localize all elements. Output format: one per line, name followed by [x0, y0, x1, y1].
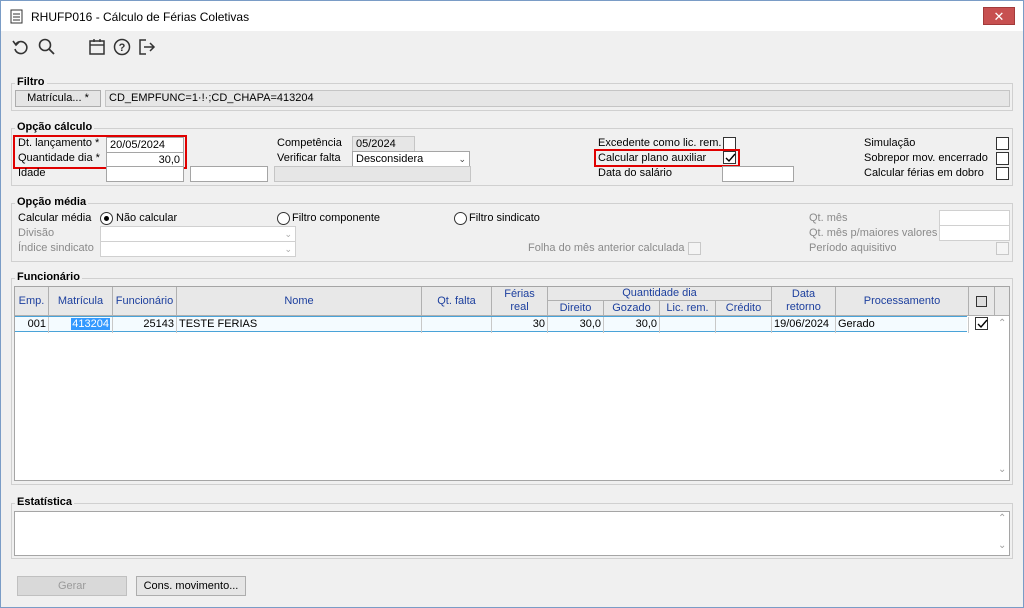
radio-nao-calcular-label: Não calcular: [116, 212, 178, 224]
data-salario-label: Data do salário: [598, 167, 672, 179]
opcao-media-legend: Opção média: [15, 196, 89, 208]
qt-mes-maiores-field[interactable]: [939, 225, 1010, 241]
calcular-media-label: Calcular média: [18, 212, 92, 224]
estatistica-legend: Estatística: [15, 496, 75, 508]
opcao-calculo-legend: Opção cálculo: [15, 121, 95, 133]
exit-icon[interactable]: [137, 37, 157, 57]
radio-filtro-componente-label: Filtro componente: [292, 212, 381, 224]
filter-field: CD_EMPFUNC=1·!·;CD_CHAPA=413204: [105, 90, 1010, 107]
cell-matricula-value: 413204: [71, 318, 110, 330]
main-window: RHUFP016 - Cálculo de Férias Coletivas ✕…: [0, 0, 1024, 608]
idade-label: Idade: [18, 167, 46, 179]
verificar-falta-select[interactable]: Desconsidera ⌄: [352, 151, 470, 167]
verificar-falta-label: Verificar falta: [277, 152, 341, 164]
svg-text:?: ?: [119, 42, 126, 54]
filtro-legend: Filtro: [15, 76, 47, 88]
cell-qt-falta: [422, 317, 492, 333]
col-header-direito[interactable]: Direito: [548, 301, 604, 316]
col-header-qt-falta[interactable]: Qt. falta: [422, 287, 492, 316]
cell-emp: 001: [15, 317, 49, 333]
chevron-down-icon: ⌄: [284, 244, 292, 254]
indice-sindicato-label: Índice sindicato: [18, 242, 94, 254]
cell-processamento: Gerado: [836, 317, 969, 333]
chevron-down-icon: ⌄: [458, 154, 466, 164]
cell-data-retorno: 19/06/2024: [772, 317, 836, 333]
chevron-down-icon: ⌄: [284, 229, 292, 239]
check-icon: [977, 319, 988, 329]
idade-field-to[interactable]: [190, 166, 268, 182]
calcular-dobro-checkbox[interactable]: [996, 167, 1009, 180]
simulacao-checkbox[interactable]: [996, 137, 1009, 150]
row-checkbox[interactable]: [975, 317, 988, 330]
excedente-label: Excedente como lic. rem.: [598, 137, 722, 149]
col-header-quantidade-dia[interactable]: Quantidade dia: [548, 287, 772, 301]
competencia-label: Competência: [277, 137, 342, 149]
cell-direito: 30,0: [548, 317, 604, 333]
funcionario-grid: Emp. Matrícula Funcionário Nome Qt. falt…: [14, 286, 1010, 481]
calendar-icon[interactable]: [87, 37, 107, 57]
search-icon[interactable]: [37, 37, 57, 57]
col-header-lic-rem[interactable]: Lic. rem.: [660, 301, 716, 316]
help-icon[interactable]: ?: [112, 37, 132, 57]
divisao-label: Divisão: [18, 227, 55, 239]
col-header-credito[interactable]: Crédito: [716, 301, 772, 316]
scroll-up-icon[interactable]: ⌃: [998, 318, 1006, 329]
col-header-data-retorno[interactable]: Data retorno: [772, 287, 836, 316]
undo-icon[interactable]: [11, 37, 31, 57]
radio-filtro-sindicato-label: Filtro sindicato: [469, 212, 540, 224]
cell-matricula[interactable]: 413204: [49, 317, 113, 333]
cell-funcionario: 25143: [113, 317, 177, 333]
radio-filtro-sindicato[interactable]: [454, 212, 467, 225]
scroll-down-icon[interactable]: ⌄: [998, 540, 1006, 551]
close-button[interactable]: ✕: [983, 7, 1015, 25]
calcular-dobro-label: Calcular férias em dobro: [864, 167, 984, 179]
highlight-box-plano: [594, 149, 740, 167]
simulacao-label: Simulação: [864, 137, 916, 149]
radio-nao-calcular[interactable]: [100, 212, 113, 225]
periodo-aquisitivo-checkbox[interactable]: [996, 242, 1009, 255]
folha-checkbox[interactable]: [688, 242, 701, 255]
document-icon: [10, 9, 23, 24]
data-salario-field[interactable]: [722, 166, 794, 182]
matricula-button[interactable]: Matrícula... *: [15, 90, 101, 107]
qt-mes-label: Qt. mês: [809, 212, 848, 224]
col-header-funcionario[interactable]: Funcionário: [113, 287, 177, 316]
title-bar: RHUFP016 - Cálculo de Férias Coletivas ✕: [1, 1, 1023, 31]
scroll-up-icon[interactable]: ⌃: [998, 513, 1006, 524]
divisao-select[interactable]: ⌄: [100, 226, 296, 242]
cell-ferias-real: 30: [492, 317, 548, 333]
col-header-matricula[interactable]: Matrícula: [49, 287, 113, 316]
cell-nome: TESTE FERIAS: [177, 317, 422, 333]
select-all-checkbox[interactable]: [976, 295, 987, 307]
col-header-processamento[interactable]: Processamento: [836, 287, 969, 316]
col-header-ferias-real[interactable]: Férias real: [492, 287, 548, 316]
col-header-emp[interactable]: Emp.: [15, 287, 49, 316]
cons-movimento-button[interactable]: Cons. movimento...: [136, 576, 246, 596]
col-header-nome[interactable]: Nome: [177, 287, 422, 316]
cell-lic-rem: [660, 317, 716, 333]
header-filler: [995, 287, 1009, 316]
estatistica-textarea[interactable]: ⌃ ⌄: [14, 511, 1010, 556]
idade-extra-field: [274, 166, 471, 182]
folha-label: Folha do mês anterior calculada: [528, 242, 685, 254]
window-title: RHUFP016 - Cálculo de Férias Coletivas: [31, 10, 250, 24]
verificar-falta-value: Desconsidera: [356, 153, 424, 165]
cell-credito: [716, 317, 772, 333]
funcionario-legend: Funcionário: [15, 271, 82, 283]
competencia-field: 05/2024: [352, 136, 415, 152]
highlight-box-dates: [13, 135, 187, 169]
col-header-gozado[interactable]: Gozado: [604, 301, 660, 316]
qt-mes-maiores-label: Qt. mês p/maiores valores: [809, 227, 938, 239]
sobrepor-checkbox[interactable]: [996, 152, 1009, 165]
cell-gozado: 30,0: [604, 317, 660, 333]
sobrepor-label: Sobrepor mov. encerrado: [864, 152, 988, 164]
periodo-aquisitivo-label: Período aquisitivo: [809, 242, 897, 254]
idade-field-from[interactable]: [106, 166, 184, 182]
indice-sindicato-select[interactable]: ⌄: [100, 241, 296, 257]
qt-mes-field[interactable]: [939, 210, 1010, 226]
scroll-down-icon[interactable]: ⌄: [998, 464, 1006, 475]
gerar-button[interactable]: Gerar: [17, 576, 127, 596]
col-header-select-all[interactable]: [969, 287, 995, 316]
radio-filtro-componente[interactable]: [277, 212, 290, 225]
